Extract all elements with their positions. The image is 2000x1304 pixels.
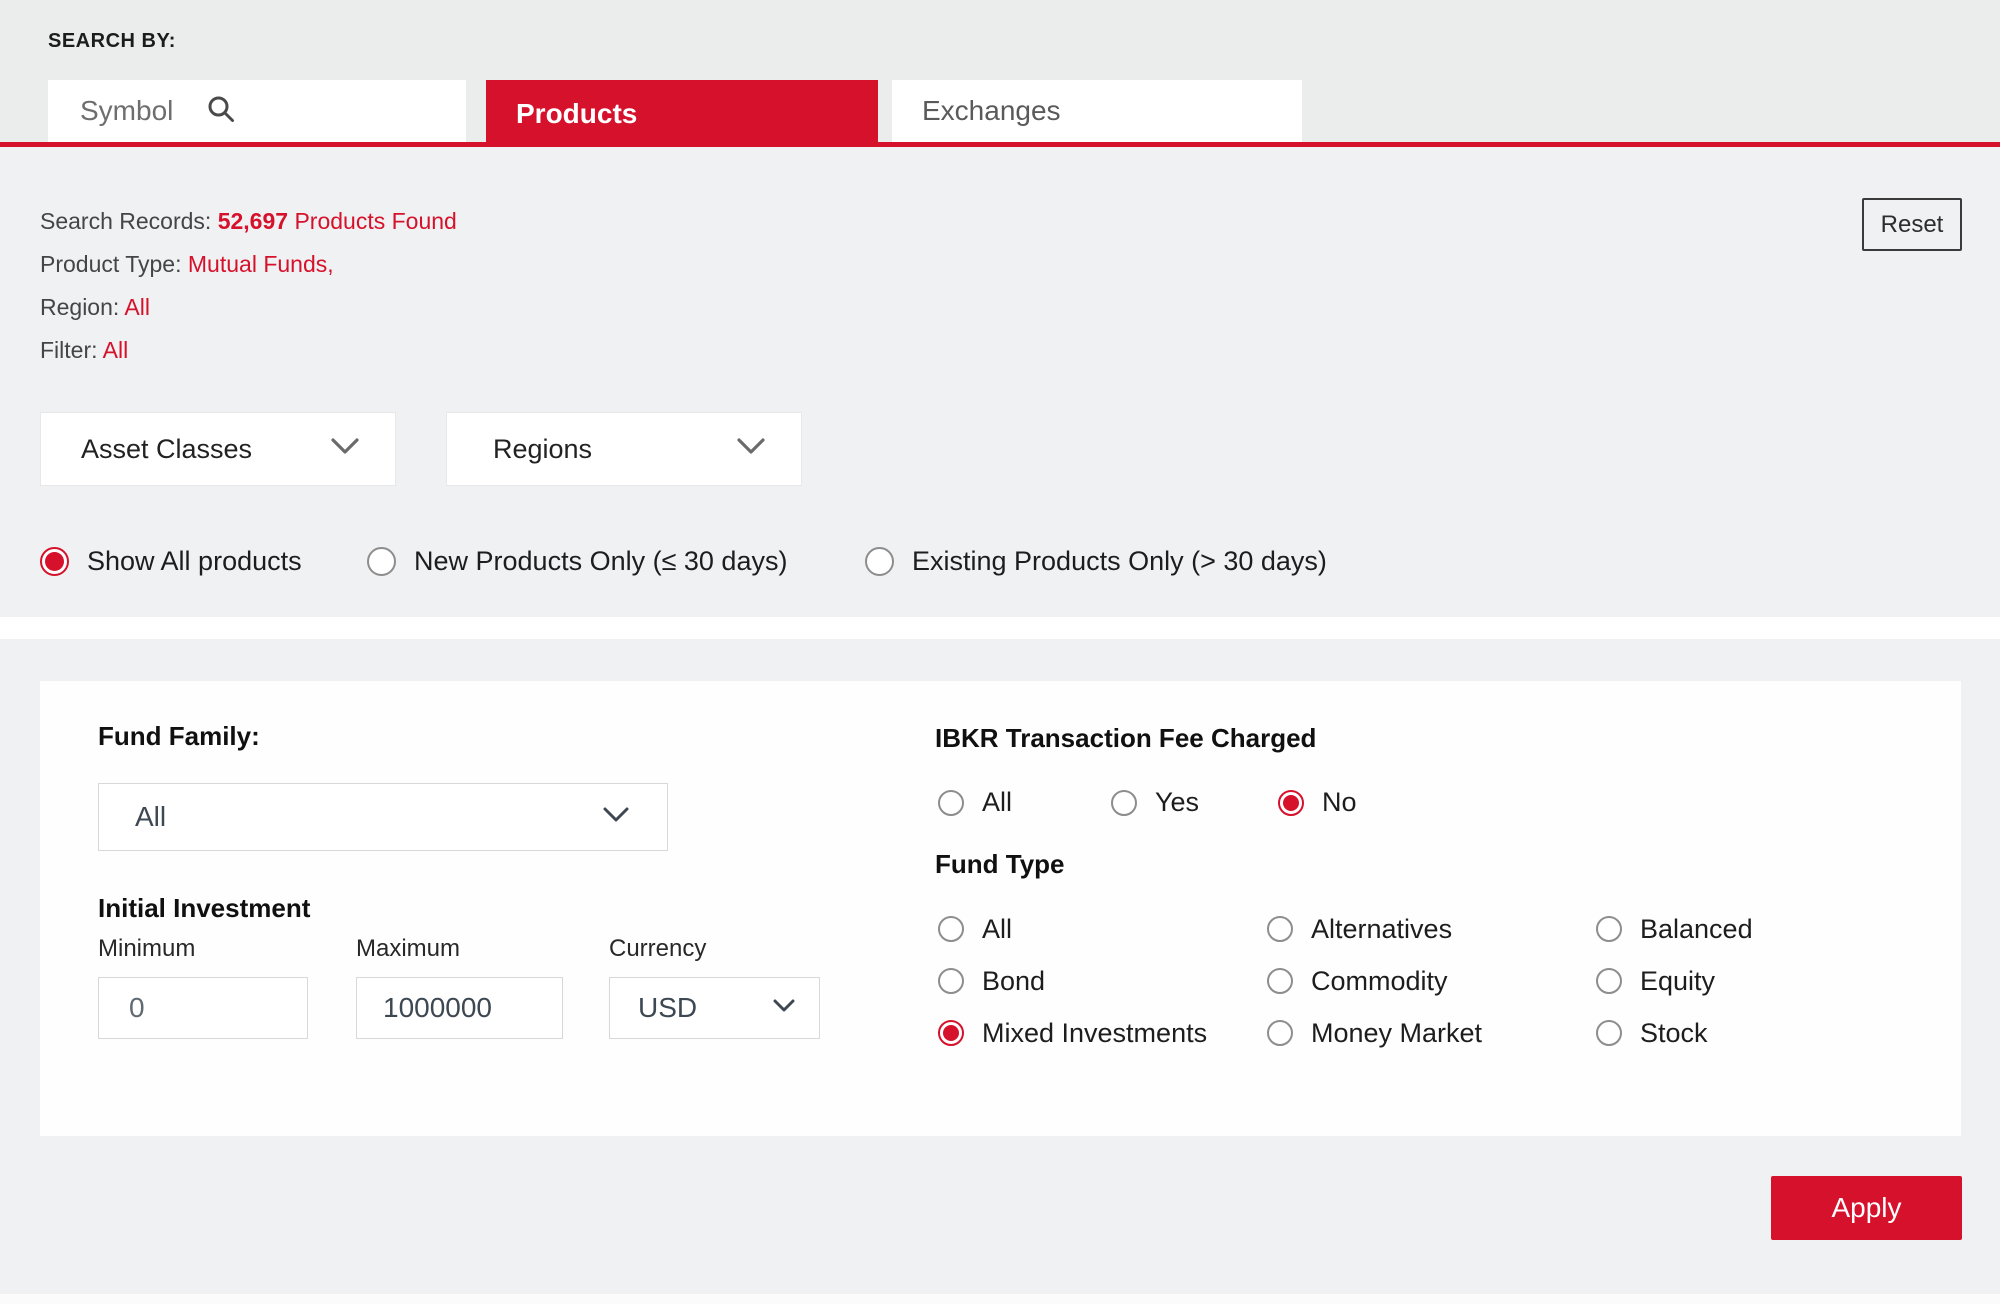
- chevron-down-icon: [773, 999, 795, 1018]
- radio-label: Equity: [1640, 966, 1715, 997]
- radio-label: All: [982, 914, 1012, 945]
- search-by-label: SEARCH BY:: [48, 30, 176, 53]
- radio-option-fund-type-mixed-investments[interactable]: Mixed Investments: [938, 1007, 1267, 1059]
- minimum-label: Minimum: [98, 935, 195, 963]
- records-suffix: Products Found: [294, 208, 456, 234]
- radio-group-fund-type: All Alternatives Balanced Bond Commodity…: [938, 903, 1925, 1059]
- initial-investment-heading: Initial Investment: [98, 893, 310, 924]
- radio-option-fund-type-all[interactable]: All: [938, 903, 1267, 955]
- search-header: SEARCH BY: Products Exchanges: [0, 0, 2000, 147]
- radio-label: Commodity: [1311, 966, 1448, 997]
- filter-row: Filter: All: [40, 337, 128, 364]
- section-divider: [0, 617, 2000, 639]
- radio-unselected-icon[interactable]: [1267, 1020, 1293, 1046]
- radio-unselected-icon[interactable]: [865, 547, 894, 576]
- regions-dropdown-label: Regions: [493, 434, 592, 465]
- tab-exchanges-label: Exchanges: [922, 95, 1061, 127]
- radio-label: Balanced: [1640, 914, 1753, 945]
- apply-button[interactable]: Apply: [1771, 1176, 1962, 1240]
- search-records-row: Search Records: 52,697 Products Found: [40, 208, 457, 235]
- radio-selected-icon[interactable]: [1278, 790, 1304, 816]
- radio-unselected-icon[interactable]: [938, 916, 964, 942]
- radio-option-fee-yes[interactable]: Yes: [1111, 787, 1199, 818]
- radio-option-fund-type-commodity[interactable]: Commodity: [1267, 955, 1596, 1007]
- maximum-input[interactable]: [356, 977, 563, 1039]
- fund-family-value: All: [135, 801, 166, 833]
- radio-label: Show All products: [87, 546, 302, 577]
- fund-family-select[interactable]: All: [98, 783, 668, 851]
- radio-option-fee-no[interactable]: No: [1278, 787, 1357, 818]
- radio-option-fund-type-money-market[interactable]: Money Market: [1267, 1007, 1596, 1059]
- bottom-edge-strip: [0, 1294, 2000, 1304]
- tab-products[interactable]: Products: [486, 80, 878, 147]
- radio-unselected-icon[interactable]: [1111, 790, 1137, 816]
- fund-family-label: Fund Family:: [98, 721, 260, 752]
- radio-label: All: [982, 787, 1012, 818]
- product-type-value: Mutual Funds,: [188, 251, 334, 277]
- radio-option-fund-type-alternatives[interactable]: Alternatives: [1267, 903, 1596, 955]
- radio-label: Yes: [1155, 787, 1199, 818]
- radio-unselected-icon[interactable]: [1267, 916, 1293, 942]
- radio-unselected-icon[interactable]: [1596, 1020, 1622, 1046]
- chevron-down-icon: [737, 438, 765, 460]
- symbol-search-input[interactable]: [80, 95, 206, 127]
- asset-classes-dropdown[interactable]: Asset Classes: [40, 412, 396, 486]
- currency-label: Currency: [609, 935, 706, 963]
- radio-unselected-icon[interactable]: [1596, 968, 1622, 994]
- records-label: Search Records:: [40, 208, 211, 234]
- radio-option-fee-all[interactable]: All: [938, 787, 1012, 818]
- tab-exchanges[interactable]: Exchanges: [892, 80, 1302, 142]
- radio-unselected-icon[interactable]: [1267, 968, 1293, 994]
- radio-label: No: [1322, 787, 1357, 818]
- currency-value: USD: [638, 992, 697, 1024]
- radio-option-existing-products-only[interactable]: Existing Products Only (> 30 days): [865, 546, 1327, 577]
- product-type-label: Product Type:: [40, 251, 182, 277]
- radio-unselected-icon[interactable]: [938, 968, 964, 994]
- radio-selected-icon[interactable]: [40, 547, 69, 576]
- radio-label: New Products Only (≤ 30 days): [414, 546, 787, 577]
- chevron-down-icon: [331, 438, 359, 460]
- fund-type-heading: Fund Type: [935, 849, 1065, 880]
- radio-selected-icon[interactable]: [938, 1020, 964, 1046]
- radio-label: Stock: [1640, 1018, 1708, 1049]
- region-row: Region: All: [40, 294, 150, 321]
- radio-option-fund-type-stock[interactable]: Stock: [1596, 1007, 1925, 1059]
- radio-unselected-icon[interactable]: [1596, 916, 1622, 942]
- chevron-down-icon: [603, 807, 629, 828]
- filter-value: All: [103, 337, 129, 363]
- radio-option-fund-type-equity[interactable]: Equity: [1596, 955, 1925, 1007]
- mutual-funds-filter-card: Fund Family: All Initial Investment Mini…: [40, 681, 1961, 1136]
- radio-unselected-icon[interactable]: [367, 547, 396, 576]
- tab-products-label: Products: [516, 98, 637, 130]
- filter-label: Filter:: [40, 337, 98, 363]
- product-search-screen: SEARCH BY: Products Exchanges Search Rec…: [0, 0, 2000, 1304]
- regions-dropdown[interactable]: Regions: [446, 412, 802, 486]
- search-icon: [206, 94, 236, 129]
- reset-button[interactable]: Reset: [1862, 198, 1962, 251]
- currency-select[interactable]: USD: [609, 977, 820, 1039]
- region-value: All: [124, 294, 150, 320]
- radio-label: Mixed Investments: [982, 1018, 1207, 1049]
- product-type-row: Product Type: Mutual Funds,: [40, 251, 334, 278]
- radio-label: Bond: [982, 966, 1045, 997]
- ibkr-fee-heading: IBKR Transaction Fee Charged: [935, 723, 1316, 754]
- radio-label: Money Market: [1311, 1018, 1482, 1049]
- region-label: Region:: [40, 294, 119, 320]
- radio-label: Existing Products Only (> 30 days): [912, 546, 1327, 577]
- radio-unselected-icon[interactable]: [938, 790, 964, 816]
- maximum-label: Maximum: [356, 935, 460, 963]
- red-divider: [0, 142, 2000, 147]
- radio-label: Alternatives: [1311, 914, 1452, 945]
- radio-option-fund-type-balanced[interactable]: Balanced: [1596, 903, 1925, 955]
- radio-option-new-products-only[interactable]: New Products Only (≤ 30 days): [367, 546, 787, 577]
- minimum-input[interactable]: [98, 977, 308, 1039]
- records-count: 52,697: [218, 208, 288, 234]
- symbol-search-field[interactable]: [48, 80, 466, 142]
- radio-option-fund-type-bond[interactable]: Bond: [938, 955, 1267, 1007]
- asset-classes-dropdown-label: Asset Classes: [81, 434, 252, 465]
- radio-option-show-all-products[interactable]: Show All products: [40, 546, 302, 577]
